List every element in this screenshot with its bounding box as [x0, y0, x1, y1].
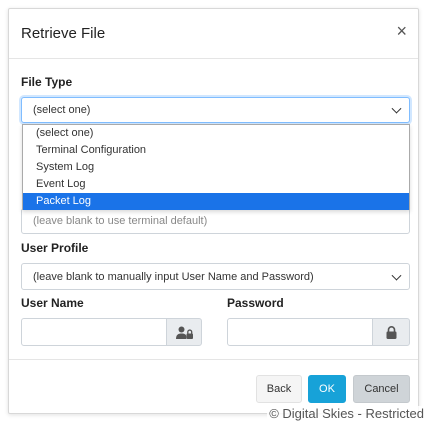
- cancel-button[interactable]: Cancel: [353, 375, 410, 403]
- file-type-option[interactable]: Event Log: [23, 176, 409, 193]
- retrieve-file-dialog: Retrieve File × File Type (select one) (…: [8, 8, 419, 414]
- file-type-option[interactable]: Terminal Configuration: [23, 142, 409, 159]
- user-name-input[interactable]: [21, 318, 167, 346]
- dialog-header: Retrieve File ×: [9, 9, 418, 59]
- user-profile-label: User Profile: [21, 241, 89, 255]
- user-profile-select[interactable]: (leave blank to manually input User Name…: [21, 263, 410, 290]
- file-type-selected-value: (select one): [33, 104, 91, 116]
- terminal-input-placeholder: (leave blank to use terminal default): [33, 215, 208, 227]
- file-type-label: File Type: [21, 75, 73, 89]
- chevron-down-icon: [391, 270, 402, 281]
- restricted-watermark: © Digital Skies - Restricted: [267, 406, 426, 421]
- footer-divider: [9, 359, 418, 360]
- ok-button[interactable]: OK: [308, 375, 346, 403]
- file-type-option-highlighted[interactable]: Packet Log: [23, 193, 409, 210]
- back-button[interactable]: Back: [256, 375, 302, 403]
- user-profile-selected-value: (leave blank to manually input User Name…: [33, 270, 314, 283]
- close-icon[interactable]: ×: [396, 22, 407, 40]
- password-input[interactable]: [227, 318, 373, 346]
- user-name-label: User Name: [21, 296, 84, 310]
- password-label: Password: [227, 296, 284, 310]
- terminal-input[interactable]: (leave blank to use terminal default): [21, 208, 410, 234]
- file-type-option[interactable]: (select one): [23, 125, 409, 142]
- user-lock-icon: [166, 318, 202, 346]
- chevron-down-icon: [391, 103, 402, 114]
- file-type-select[interactable]: (select one): [21, 97, 410, 123]
- file-type-dropdown-list: (select one) Terminal Configuration Syst…: [22, 124, 410, 210]
- file-type-option[interactable]: System Log: [23, 159, 409, 176]
- lock-icon: [372, 318, 410, 346]
- dialog-title: Retrieve File: [21, 25, 106, 42]
